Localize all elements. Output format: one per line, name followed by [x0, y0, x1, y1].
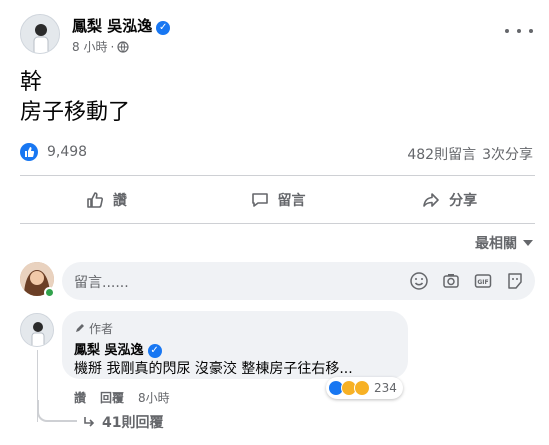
- post-body: 幹 房子移動了: [20, 68, 130, 128]
- commenter-avatar[interactable]: [20, 313, 54, 347]
- comment-text: 機掰 我剛真的閃尿 沒豪洨 整棟房子往右移...: [74, 361, 353, 377]
- post-line: 幹: [20, 70, 43, 95]
- stats-right: 482則留言 3次分享: [407, 144, 533, 164]
- reaction-count: 234: [374, 381, 397, 395]
- like-button[interactable]: 讚: [20, 180, 192, 220]
- view-replies-button[interactable]: 41則回覆: [82, 412, 163, 432]
- comment-like-button[interactable]: 讚: [74, 391, 86, 405]
- comment-button[interactable]: 留言: [192, 180, 364, 220]
- like-label: 讚: [112, 193, 127, 209]
- emoji-icon[interactable]: [409, 271, 429, 291]
- svg-text:GIF: GIF: [477, 279, 488, 286]
- verified-badge-icon: ✓: [147, 344, 162, 358]
- share-icon: [423, 193, 439, 207]
- post-stats: 9,498 482則留言 3次分享: [20, 142, 535, 164]
- globe-icon: [117, 41, 129, 53]
- comment-time[interactable]: 8小時: [138, 391, 170, 405]
- post-header: 鳳梨 吳泓逸 ✓ 8 小時 ·: [20, 14, 535, 60]
- comment-reactions[interactable]: 234: [326, 377, 403, 399]
- comment-bubble: 作者 鳳梨 吳泓逸 ✓ 機掰 我剛真的閃尿 沒豪洨 整棟房子往右移...: [62, 311, 408, 379]
- author-tag: 作者: [74, 320, 113, 337]
- comment-input[interactable]: 留言...... GIF: [62, 262, 535, 300]
- post-line: 房子移動了: [20, 100, 131, 125]
- author-tag-label: 作者: [89, 322, 114, 336]
- like-count[interactable]: 9,498: [47, 144, 87, 160]
- like-reaction-icon[interactable]: [20, 143, 38, 161]
- post-meta: 8 小時 ·: [72, 38, 129, 55]
- comment-author-text[interactable]: 鳳梨 吳泓逸: [74, 343, 144, 358]
- wow-reaction-icon: [354, 380, 370, 396]
- caret-down-icon: [523, 240, 533, 246]
- divider: [20, 175, 535, 176]
- pencil-icon: [76, 324, 84, 332]
- divider: [20, 223, 535, 224]
- comment-icon: [251, 193, 268, 207]
- comments-count-link[interactable]: 482則留言: [407, 147, 476, 163]
- more-dot-icon: [529, 29, 533, 33]
- share-label: 分享: [449, 193, 478, 209]
- shares-count-link[interactable]: 3次分享: [482, 147, 533, 163]
- replies-label: 41則回覆: [102, 415, 164, 431]
- online-status-icon: [44, 287, 55, 298]
- comment-actions: 讚回覆 8小時: [74, 389, 170, 406]
- sort-label: 最相關: [475, 236, 517, 252]
- sticker-icon[interactable]: [505, 271, 525, 291]
- post-action-bar: 讚 留言 分享: [20, 180, 535, 220]
- gif-icon[interactable]: GIF: [473, 271, 493, 291]
- thumbs-up-icon: [87, 192, 103, 208]
- thread-connector: [37, 400, 77, 422]
- more-options-button[interactable]: [505, 22, 533, 40]
- composer-icons: GIF: [409, 271, 525, 291]
- post-time[interactable]: 8 小時: [72, 40, 107, 54]
- comment-placeholder: 留言......: [74, 275, 129, 291]
- reply-arrow-icon: [84, 417, 95, 427]
- comment-label: 留言: [277, 193, 306, 209]
- verified-badge-icon: ✓: [156, 21, 171, 35]
- share-button[interactable]: 分享: [363, 180, 535, 220]
- comment-reply-button[interactable]: 回覆: [100, 391, 124, 405]
- camera-icon[interactable]: [441, 271, 461, 291]
- more-dot-icon: [517, 29, 521, 33]
- comment-author-name[interactable]: 鳳梨 吳泓逸 ✓: [74, 339, 162, 358]
- author-name-text[interactable]: 鳳梨 吳泓逸: [72, 17, 152, 35]
- author-avatar[interactable]: [20, 14, 60, 54]
- post-author-name[interactable]: 鳳梨 吳泓逸 ✓: [72, 15, 171, 36]
- more-dot-icon: [505, 29, 509, 33]
- comment-sort-dropdown[interactable]: 最相關: [475, 233, 533, 253]
